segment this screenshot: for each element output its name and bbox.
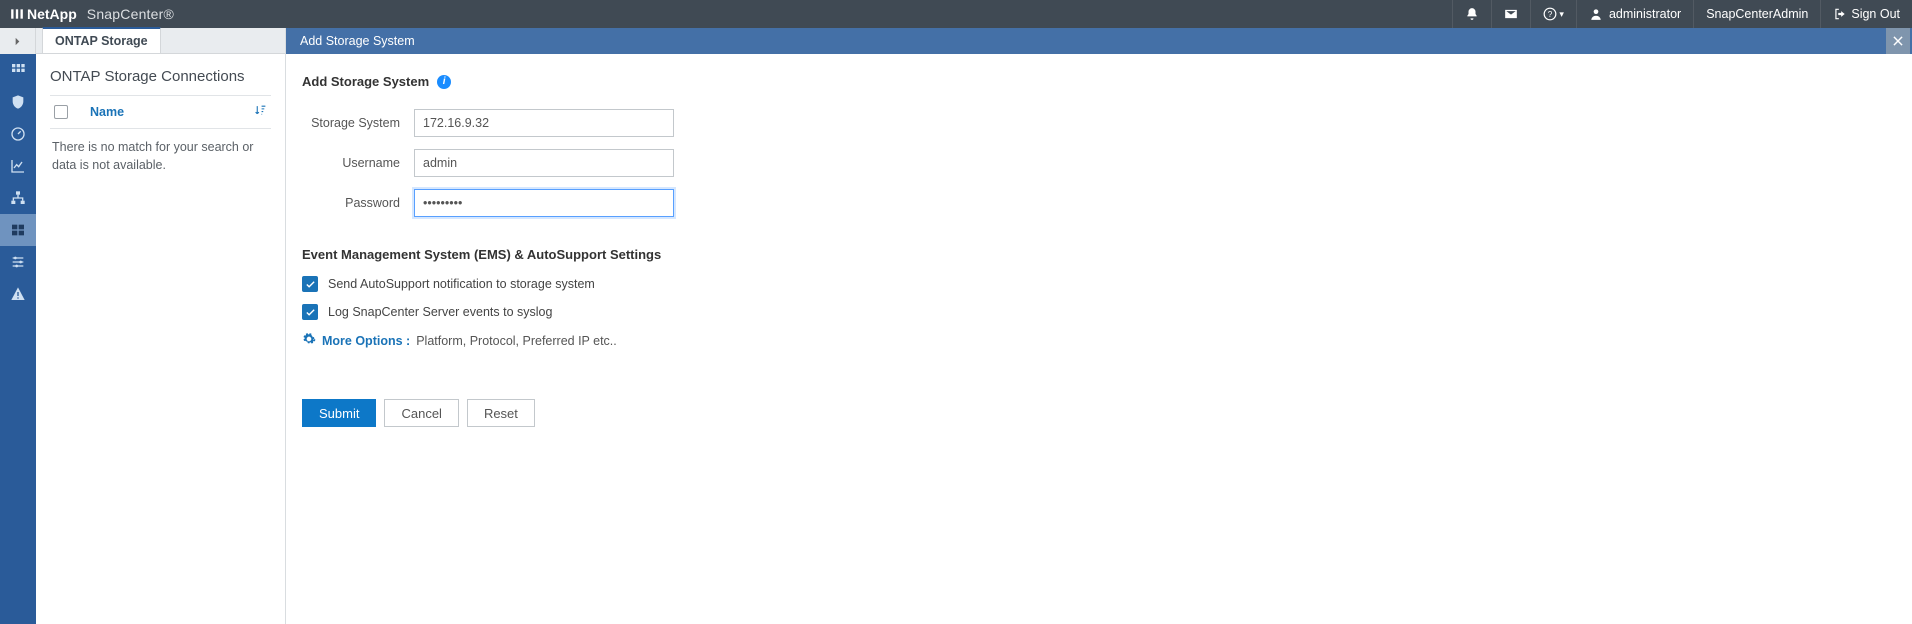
app-body: ONTAP Storage ONTAP Storage Connections …	[0, 28, 1912, 624]
storage-system-label: Storage System	[302, 116, 414, 130]
sidebar-item-storage[interactable]	[0, 214, 36, 246]
sidebar-toggle[interactable]	[0, 28, 36, 54]
username-input[interactable]	[414, 149, 674, 177]
signout-icon	[1833, 7, 1847, 21]
info-icon[interactable]: i	[437, 75, 451, 89]
section-title: Add Storage System i	[302, 74, 1170, 89]
password-label: Password	[302, 196, 414, 210]
tab-strip: ONTAP Storage	[36, 28, 285, 54]
top-bar: NetApp SnapCenter® ? ▾ administrator Sna…	[0, 0, 1912, 28]
grid-icon	[10, 62, 26, 78]
sidebar-item-protect[interactable]	[0, 86, 36, 118]
mail-icon	[1504, 7, 1518, 21]
storage-system-input[interactable]	[414, 109, 674, 137]
check-icon	[305, 279, 316, 290]
check-icon	[305, 307, 316, 318]
bell-icon	[1465, 7, 1479, 21]
storage-icon	[10, 222, 26, 238]
sliders-icon	[10, 254, 26, 270]
chart-icon	[10, 158, 26, 174]
username-label: Username	[302, 156, 414, 170]
sidebar-item-alerts[interactable]	[0, 278, 36, 310]
more-options-link[interactable]: More Options : Platform, Protocol, Prefe…	[302, 332, 1170, 349]
user-icon	[1589, 7, 1603, 21]
panel-header: Add Storage System	[286, 28, 1912, 54]
syslog-checkbox[interactable]	[302, 304, 318, 320]
autosupport-label: Send AutoSupport notification to storage…	[328, 277, 595, 291]
role-label[interactable]: SnapCenterAdmin	[1693, 0, 1820, 28]
panel-title: Add Storage System	[300, 34, 415, 48]
column-name[interactable]: Name	[90, 105, 254, 119]
messages-button[interactable]	[1491, 0, 1530, 28]
submit-button[interactable]: Submit	[302, 399, 376, 427]
user-label: administrator	[1609, 7, 1681, 21]
gauge-icon	[10, 126, 26, 142]
alert-icon	[10, 286, 26, 302]
password-input[interactable]	[414, 189, 674, 217]
cancel-button[interactable]: Cancel	[384, 399, 458, 427]
panel-close-button[interactable]	[1886, 28, 1910, 54]
sidebar	[0, 28, 36, 624]
reset-button[interactable]: Reset	[467, 399, 535, 427]
user-menu[interactable]: administrator	[1576, 0, 1693, 28]
brand-product: SnapCenter®	[87, 6, 174, 22]
sort-button[interactable]	[254, 104, 267, 120]
signout-button[interactable]: Sign Out	[1820, 0, 1912, 28]
empty-message: There is no match for your search or dat…	[50, 129, 271, 184]
gear-icon	[302, 332, 316, 346]
ems-section-title: Event Management System (EMS) & AutoSupp…	[302, 247, 1170, 262]
tab-ontap-storage[interactable]: ONTAP Storage	[42, 27, 161, 53]
select-all-checkbox[interactable]	[54, 105, 68, 119]
list-title: ONTAP Storage Connections	[50, 68, 271, 85]
sidebar-item-hosts[interactable]	[0, 182, 36, 214]
brand: NetApp SnapCenter®	[0, 6, 184, 22]
sidebar-item-dashboard[interactable]	[0, 54, 36, 86]
sidebar-item-monitor[interactable]	[0, 118, 36, 150]
main-panel: Add Storage System Add Storage System i …	[286, 28, 1912, 624]
brand-company: NetApp	[27, 6, 77, 22]
help-icon: ?	[1543, 7, 1557, 21]
svg-text:?: ?	[1548, 10, 1553, 19]
chevron-right-icon	[12, 36, 23, 47]
close-icon	[1891, 34, 1905, 48]
syslog-label: Log SnapCenter Server events to syslog	[328, 305, 552, 319]
autosupport-checkbox[interactable]	[302, 276, 318, 292]
sidebar-item-settings[interactable]	[0, 246, 36, 278]
help-button[interactable]: ? ▾	[1530, 0, 1576, 28]
list-panel: ONTAP Storage ONTAP Storage Connections …	[36, 28, 286, 624]
topology-icon	[10, 190, 26, 206]
brand-logo: NetApp	[10, 6, 77, 22]
shield-icon	[10, 94, 26, 110]
sidebar-item-reports[interactable]	[0, 150, 36, 182]
notifications-button[interactable]	[1452, 0, 1491, 28]
sort-icon	[254, 104, 267, 117]
list-header-row: Name	[50, 95, 271, 129]
